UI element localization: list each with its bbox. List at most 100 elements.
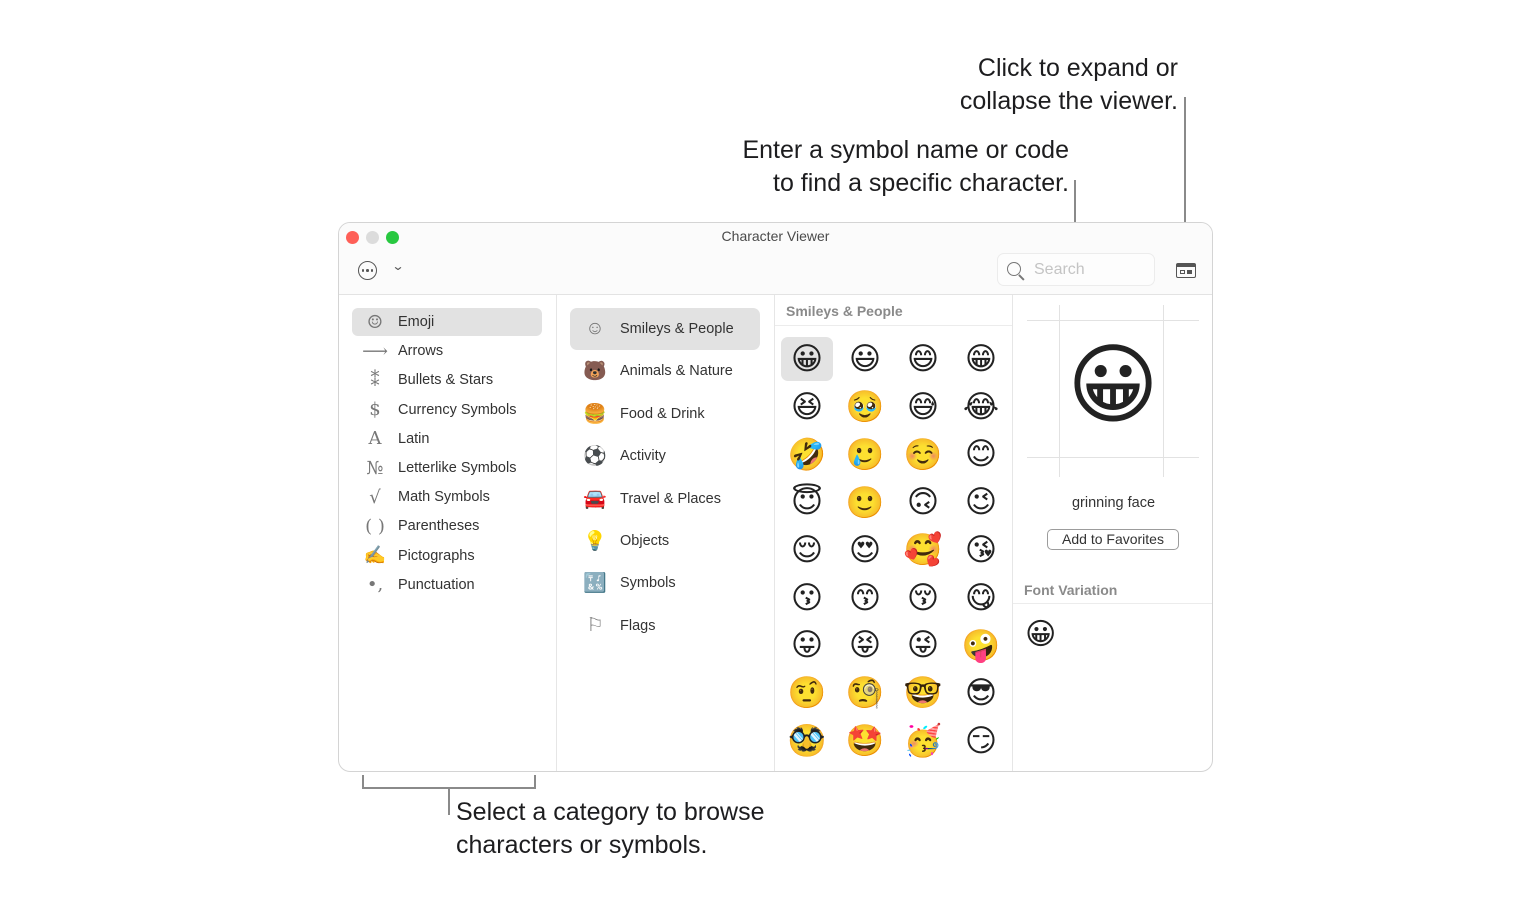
emoji-cell[interactable]: 😉 xyxy=(955,480,1007,524)
emoji-cell[interactable]: 🥸 xyxy=(781,719,833,763)
emoji-cell[interactable]: 🥹 xyxy=(839,385,891,429)
emoji-grid-pane: Smileys & People 😀 😃 😄 😁 😆 🥹 😅 😂 🤣 🥲 ☺️ 😊 😇 🙂 🙃 😉 😌 😍 🥰 😘 😗 😙… xyxy=(775,295,1013,771)
subcategory-label: Symbols xyxy=(620,575,676,592)
smiley-icon: ☺ xyxy=(366,311,384,333)
emoji-cell[interactable]: 😋 xyxy=(955,576,1007,620)
emoji-cell[interactable]: 🤪 xyxy=(955,623,1007,667)
emoji-cell[interactable]: 🥲 xyxy=(839,432,891,476)
subcategory-item[interactable]: 🍔 Food & Drink xyxy=(570,393,760,435)
emoji-cell[interactable]: 😎 xyxy=(955,671,1007,715)
subcategory-item[interactable]: 🐻 Animals & Nature xyxy=(570,350,760,392)
search-placeholder: Search xyxy=(1034,261,1085,278)
emoji-cell[interactable]: 🤩 xyxy=(839,719,891,763)
emoji-cell[interactable]: 🧐 xyxy=(839,671,891,715)
flag-icon: ⚐ xyxy=(586,615,604,637)
callout-category-line1: Select a category to browse xyxy=(456,798,765,826)
subcategory-item[interactable]: ⚽ Activity xyxy=(570,435,760,477)
subcategory-item[interactable]: 🚘 Travel & Places xyxy=(570,478,760,520)
emoji-cell[interactable]: 🥰 xyxy=(897,528,949,572)
subcategory-item[interactable]: ⚐ Flags xyxy=(570,605,760,647)
category-item[interactable]: ⟶ Arrows xyxy=(352,337,542,365)
emoji-cell[interactable]: 🤣 xyxy=(781,432,833,476)
callout-search: Enter a symbol name or code to find a sp… xyxy=(680,134,1069,200)
emoji-cell[interactable]: 🤨 xyxy=(781,671,833,715)
soccer-ball-icon: ⚽ xyxy=(583,446,607,468)
category-item[interactable]: √ Math Symbols xyxy=(352,483,542,511)
punctuation-icon: •, xyxy=(366,574,384,596)
emoji-cell[interactable]: 😃 xyxy=(839,337,891,381)
numero-icon: № xyxy=(366,457,384,479)
window-title: Character Viewer xyxy=(721,228,830,244)
square-root-icon: √ xyxy=(369,486,381,508)
emoji-cell[interactable]: 😀 xyxy=(781,337,833,381)
subcategory-item[interactable]: 💡 Objects xyxy=(570,520,760,562)
emoji-cell[interactable]: 😌 xyxy=(781,528,833,572)
titlebar: Character Viewer ⌄ Search xyxy=(339,223,1212,295)
emoji-cell[interactable]: 😅 xyxy=(897,385,949,429)
emoji-cell[interactable]: 😆 xyxy=(781,385,833,429)
category-item[interactable]: ⁑ Bullets & Stars xyxy=(352,366,542,394)
category-item[interactable]: ( ) Parentheses xyxy=(352,512,542,540)
emoji-cell[interactable]: 😙 xyxy=(839,576,891,620)
category-item[interactable]: ☺ Emoji xyxy=(352,308,542,336)
emoji-cell[interactable]: 😄 xyxy=(897,337,949,381)
emoji-cell[interactable]: ☺️ xyxy=(897,432,949,476)
category-item[interactable]: A Latin xyxy=(352,425,542,453)
emoji-cell[interactable]: 🥳 xyxy=(897,719,949,763)
emoji-cell[interactable]: 😜 xyxy=(897,623,949,667)
parentheses-icon: ( ) xyxy=(365,515,385,537)
emoji-cell[interactable]: 😝 xyxy=(839,623,891,667)
emoji-cell[interactable]: 😊 xyxy=(955,432,1007,476)
pictograph-icon: ✍ xyxy=(363,545,387,567)
asterisk-icon: ⁑ xyxy=(370,369,380,391)
smiley-icon: ☺ xyxy=(585,318,605,339)
add-to-favorites-button[interactable]: Add to Favorites xyxy=(1047,529,1179,550)
dollar-icon: $ xyxy=(369,399,381,421)
subcategory-item[interactable]: 🔣 Symbols xyxy=(570,562,760,604)
category-item[interactable]: № Letterlike Symbols xyxy=(352,454,542,482)
callout-expand: Click to expand or collapse the viewer. xyxy=(900,52,1178,118)
grid-header: Smileys & People xyxy=(775,295,1012,326)
emoji-cell[interactable]: 😘 xyxy=(955,528,1007,572)
category-label: Emoji xyxy=(398,314,435,330)
emoji-cell[interactable]: 😂 xyxy=(955,385,1007,429)
font-variation-item[interactable]: 😀 xyxy=(1025,617,1056,652)
callout-category: Select a category to browse characters o… xyxy=(456,796,876,862)
guide-line xyxy=(1027,457,1199,458)
emoji-cell[interactable]: 😁 xyxy=(955,337,1007,381)
font-variation-header: Font Variation xyxy=(1013,573,1212,604)
category-item[interactable]: $ Currency Symbols xyxy=(352,396,542,424)
emoji-cell[interactable]: 😍 xyxy=(839,528,891,572)
category-label: Punctuation xyxy=(398,576,475,593)
subcategory-label: Food & Drink xyxy=(620,405,705,422)
subcategory-label: Flags xyxy=(620,617,656,634)
character-preview: 😀 xyxy=(1027,305,1199,477)
emoji-cell[interactable]: 😗 xyxy=(781,576,833,620)
detail-pane: 😀 grinning face Add to Favorites Font Va… xyxy=(1013,295,1212,771)
emoji-cell[interactable]: 🤓 xyxy=(897,671,949,715)
sidebar-expand-icon[interactable] xyxy=(1176,263,1196,278)
search-input[interactable]: Search xyxy=(997,253,1155,286)
category-item[interactable]: •, Punctuation xyxy=(352,571,542,599)
emoji-cell[interactable]: 😚 xyxy=(897,576,949,620)
lightbulb-icon: 💡 xyxy=(583,531,607,552)
category-label: Latin xyxy=(398,430,430,447)
emoji-cell[interactable]: 😇 xyxy=(781,480,833,524)
ellipsis-circle-icon[interactable] xyxy=(358,261,377,280)
category-list: ☺ Emoji ⟶ Arrows ⁑ Bullets & Stars $ Currency S… xyxy=(339,295,557,771)
callout-expand-line1: Click to expand or xyxy=(977,54,1178,82)
guide-line xyxy=(1027,320,1199,321)
category-item[interactable]: ✍ Pictographs xyxy=(352,542,542,570)
callout-category-line2: characters or symbols. xyxy=(456,831,708,859)
emoji-cell[interactable]: 😛 xyxy=(781,623,833,667)
emoji-cell[interactable]: 🙂 xyxy=(839,480,891,524)
character-viewer-window: Character Viewer ⌄ Search ☺ Emoji ⟶ Arrows ⁑… xyxy=(338,222,1213,772)
category-label: Math Symbols xyxy=(398,489,490,506)
burger-icon: 🍔 xyxy=(583,403,607,425)
chevron-down-icon[interactable]: ⌄ xyxy=(391,259,404,273)
category-label: Pictographs xyxy=(398,547,475,564)
subcategory-list: ☺ Smileys & People 🐻 Animals & Nature 🍔 Food … xyxy=(557,295,775,771)
emoji-cell[interactable]: 🙃 xyxy=(897,480,949,524)
emoji-cell[interactable]: 😏 xyxy=(955,719,1007,763)
subcategory-item[interactable]: ☺ Smileys & People xyxy=(570,308,760,350)
